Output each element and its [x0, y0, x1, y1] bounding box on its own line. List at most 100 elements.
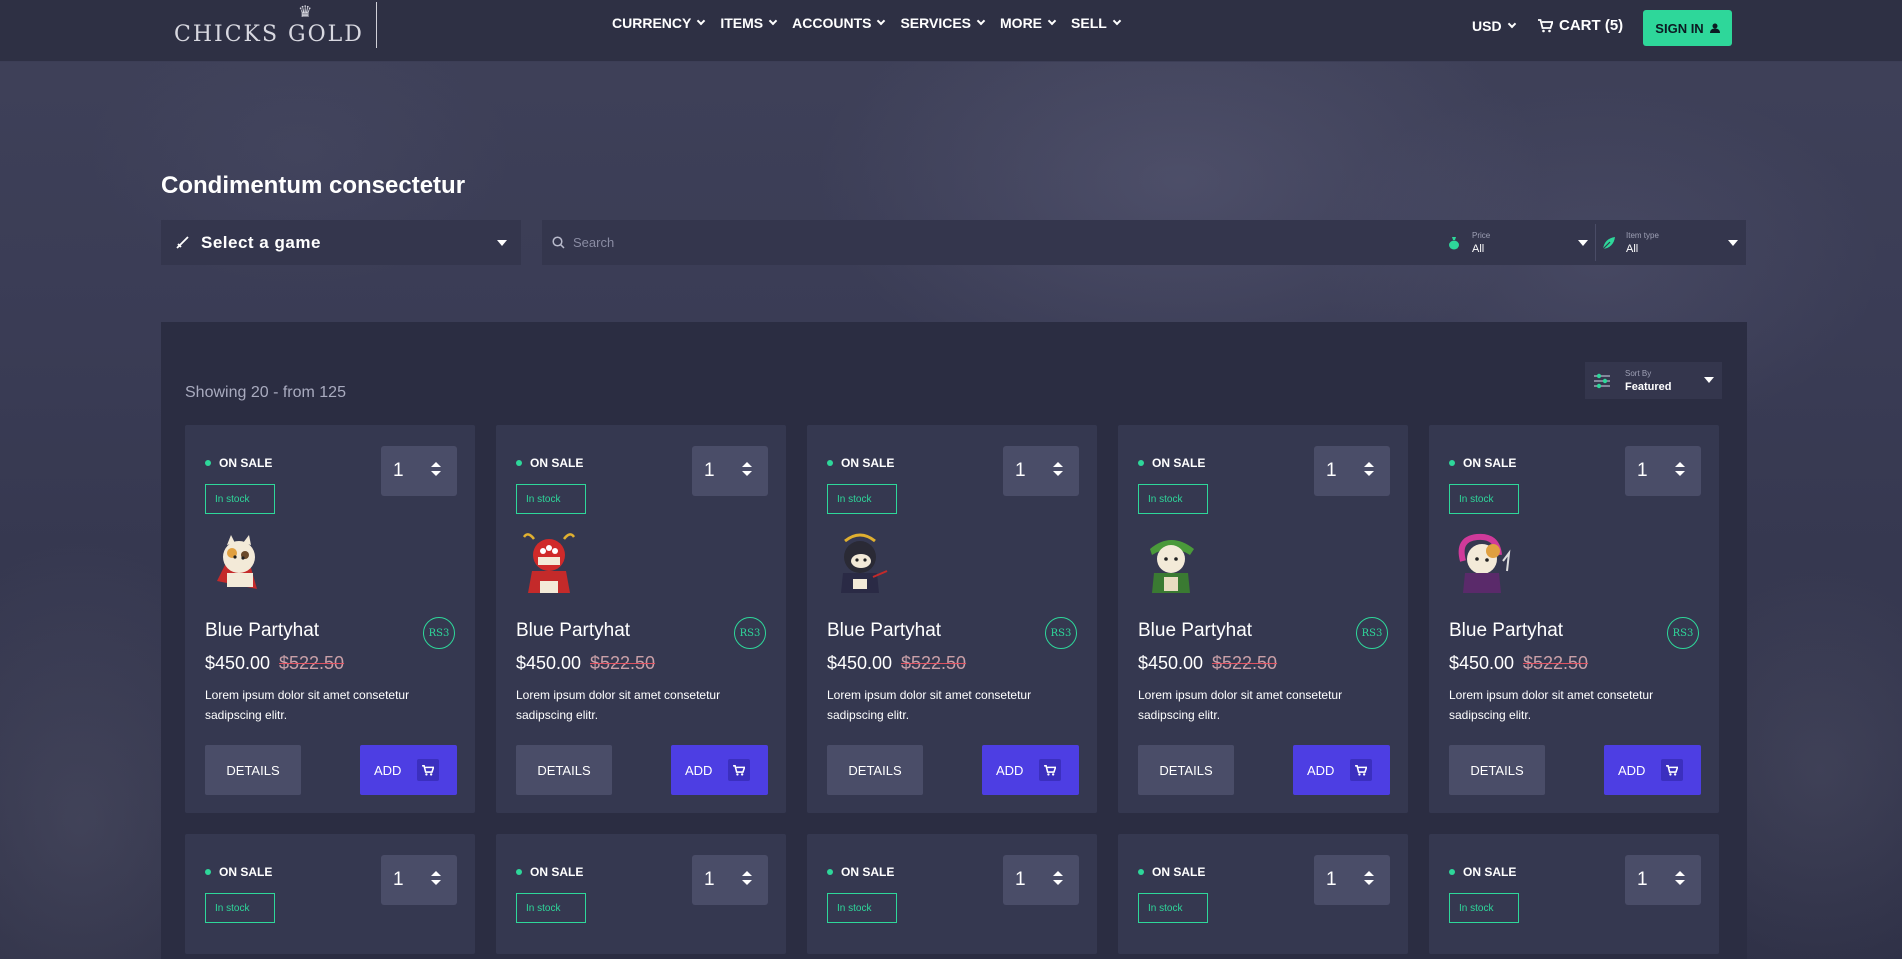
price-filter[interactable]: Price All — [1448, 220, 1588, 265]
product-name[interactable]: Blue Partyhat — [205, 620, 319, 642]
add-label: ADD — [1618, 762, 1646, 778]
nav-sell[interactable]: SELL — [1071, 15, 1122, 31]
chevron-down-icon — [976, 16, 986, 26]
caret-down-icon — [1578, 240, 1588, 246]
cart-button[interactable]: CART (5) — [1538, 17, 1623, 34]
game-badge: RS3 — [1667, 617, 1699, 649]
nav-label: SELL — [1071, 15, 1107, 31]
product-name[interactable]: Blue Partyhat — [1449, 620, 1563, 642]
on-sale-label: ON SALE — [530, 456, 584, 470]
product-avatar — [217, 535, 257, 589]
sort-by-value: Featured — [1625, 380, 1672, 393]
item-type-filter[interactable]: Item type All — [1602, 220, 1738, 265]
decrement-icon[interactable] — [1364, 471, 1374, 476]
quantity-stepper[interactable]: 1 — [381, 446, 457, 496]
nav-items[interactable]: ITEMS — [720, 15, 778, 31]
decrement-icon[interactable] — [1675, 471, 1685, 476]
stock-badge: In stock — [205, 893, 275, 923]
decrement-icon[interactable] — [742, 880, 752, 885]
quantity-stepper[interactable]: 1 — [1003, 855, 1079, 905]
product-card[interactable]: ON SALE In stock 1 — [185, 834, 475, 954]
product-card[interactable]: ON SALE In stock 1 Blue Partyhat RS3 $45… — [185, 425, 475, 813]
cart-icon — [728, 759, 750, 781]
search-input[interactable] — [573, 235, 1373, 250]
currency-selector[interactable]: USD — [1472, 18, 1516, 34]
add-to-cart-button[interactable]: ADD — [1293, 745, 1390, 795]
product-card[interactable]: ON SALE In stock 1 — [496, 834, 786, 954]
on-sale-label: ON SALE — [219, 865, 273, 879]
on-sale-label: ON SALE — [219, 456, 273, 470]
sort-by-label: Sort By — [1625, 368, 1652, 378]
chevron-down-icon — [697, 16, 706, 26]
increment-icon[interactable] — [1364, 462, 1374, 467]
quantity-stepper[interactable]: 1 — [692, 446, 768, 496]
product-description: Lorem ipsum dolor sit amet consetetur sa… — [1449, 688, 1654, 722]
nav-services[interactable]: SERVICES — [900, 15, 986, 31]
details-button[interactable]: DETAILS — [205, 745, 301, 795]
product-card[interactable]: ON SALE In stock 1 — [1118, 834, 1408, 954]
product-card[interactable]: ON SALE In stock 1 Blue Partyhat RS3 $45… — [1118, 425, 1408, 813]
product-panel: Showing 20 - from 125 Sort By Featured O… — [161, 322, 1747, 959]
increment-icon[interactable] — [1364, 871, 1374, 876]
product-description: Lorem ipsum dolor sit amet consetetur sa… — [516, 688, 721, 722]
details-button[interactable]: DETAILS — [827, 745, 923, 795]
product-card[interactable]: ON SALE In stock 1 Blue Partyhat RS3 $45… — [1429, 425, 1719, 813]
on-sale-label: ON SALE — [530, 865, 584, 879]
decrement-icon[interactable] — [431, 471, 441, 476]
cart-icon — [1661, 759, 1683, 781]
add-to-cart-button[interactable]: ADD — [360, 745, 457, 795]
nav-currency[interactable]: CURRENCY — [612, 15, 706, 31]
quantity-stepper[interactable]: 1 — [692, 855, 768, 905]
product-name[interactable]: Blue Partyhat — [827, 620, 941, 642]
on-sale-label: ON SALE — [1152, 865, 1206, 879]
sign-in-button[interactable]: SIGN IN — [1643, 10, 1732, 46]
product-description: Lorem ipsum dolor sit amet consetetur sa… — [827, 688, 1032, 722]
product-card[interactable]: ON SALE In stock 1 Blue Partyhat RS3 $45… — [807, 425, 1097, 813]
price-filter-label: Price — [1472, 230, 1491, 240]
quantity-stepper[interactable]: 1 — [1003, 446, 1079, 496]
game-select[interactable]: Select a game — [161, 220, 521, 265]
details-button[interactable]: DETAILS — [516, 745, 612, 795]
product-card[interactable]: ON SALE In stock 1 — [1429, 834, 1719, 954]
decrement-icon[interactable] — [431, 880, 441, 885]
add-to-cart-button[interactable]: ADD — [1604, 745, 1701, 795]
sort-by-select[interactable]: Sort By Featured — [1585, 362, 1722, 399]
decrement-icon[interactable] — [742, 471, 752, 476]
decrement-icon[interactable] — [1675, 880, 1685, 885]
status-dot — [1449, 460, 1455, 466]
increment-icon[interactable] — [431, 462, 441, 467]
product-card[interactable]: ON SALE In stock 1 Blue Partyhat RS3 $45… — [496, 425, 786, 813]
product-name[interactable]: Blue Partyhat — [1138, 620, 1252, 642]
increment-icon[interactable] — [1675, 871, 1685, 876]
caret-down-icon — [1728, 240, 1738, 246]
details-button[interactable]: DETAILS — [1138, 745, 1234, 795]
increment-icon[interactable] — [1053, 871, 1063, 876]
currency-label: USD — [1472, 18, 1502, 34]
decrement-icon[interactable] — [1053, 471, 1063, 476]
nav-label: SERVICES — [900, 15, 972, 31]
on-sale-tag: ON SALE — [1138, 456, 1205, 470]
decrement-icon[interactable] — [1364, 880, 1374, 885]
details-button[interactable]: DETAILS — [1449, 745, 1545, 795]
add-to-cart-button[interactable]: ADD — [982, 745, 1079, 795]
product-card[interactable]: ON SALE In stock 1 — [807, 834, 1097, 954]
game-badge: RS3 — [423, 617, 455, 649]
increment-icon[interactable] — [1675, 462, 1685, 467]
product-name[interactable]: Blue Partyhat — [516, 620, 630, 642]
quantity-stepper[interactable]: 1 — [1314, 855, 1390, 905]
quantity-stepper[interactable]: 1 — [381, 855, 457, 905]
quantity-stepper[interactable]: 1 — [1314, 446, 1390, 496]
nav-accounts[interactable]: ACCOUNTS — [792, 15, 886, 31]
quantity-stepper[interactable]: 1 — [1625, 855, 1701, 905]
results-count: Showing 20 - from 125 — [185, 384, 346, 401]
add-to-cart-button[interactable]: ADD — [671, 745, 768, 795]
increment-icon[interactable] — [431, 871, 441, 876]
on-sale-tag: ON SALE — [516, 456, 583, 470]
decrement-icon[interactable] — [1053, 880, 1063, 885]
nav-more[interactable]: MORE — [1000, 15, 1057, 31]
site-logo[interactable]: ♛ CHICKS GOLD — [174, 4, 362, 47]
increment-icon[interactable] — [742, 871, 752, 876]
increment-icon[interactable] — [742, 462, 752, 467]
increment-icon[interactable] — [1053, 462, 1063, 467]
quantity-stepper[interactable]: 1 — [1625, 446, 1701, 496]
